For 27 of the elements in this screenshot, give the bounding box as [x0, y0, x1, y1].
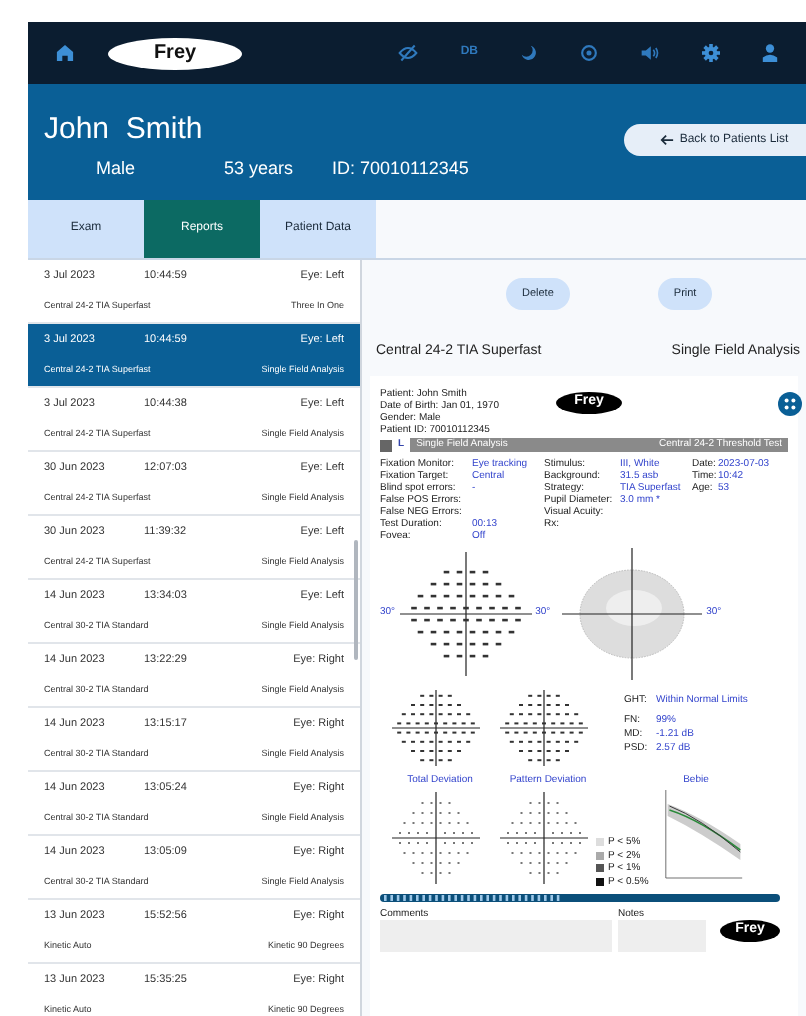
patient-name: John Smith — [44, 110, 203, 150]
total-deviation-probability-drawing — [388, 788, 484, 888]
total-deviation-values-drawing — [388, 686, 484, 770]
pattern-deviation-values-drawing — [496, 686, 592, 770]
settings-icon[interactable] — [702, 44, 720, 62]
legend-swatch — [596, 877, 604, 885]
legend-swatch — [596, 864, 604, 872]
home-icon[interactable] — [56, 44, 74, 62]
arrow-left-icon — [659, 134, 674, 146]
patient-age: 53 years — [224, 156, 294, 182]
target-icon[interactable] — [580, 44, 598, 62]
eye-marker — [380, 439, 392, 451]
legend-swatch — [596, 851, 604, 859]
eye-slash-icon[interactable] — [398, 44, 419, 62]
logo: Frey — [108, 37, 242, 69]
speaker-icon[interactable] — [640, 44, 660, 62]
patient-id: ID: 70010112345 — [332, 156, 469, 182]
pattern-deviation-probability-drawing — [496, 788, 592, 888]
patient-gender: Male — [96, 156, 136, 182]
grid-icon — [784, 398, 796, 410]
user-icon[interactable] — [762, 44, 778, 62]
threshold-map-drawing — [395, 548, 536, 680]
grid-button[interactable] — [778, 392, 802, 416]
moon-icon[interactable] — [520, 44, 538, 62]
legend-swatch — [596, 838, 604, 846]
scrollbar[interactable] — [354, 540, 358, 660]
bebie-curve-chart — [664, 788, 745, 880]
